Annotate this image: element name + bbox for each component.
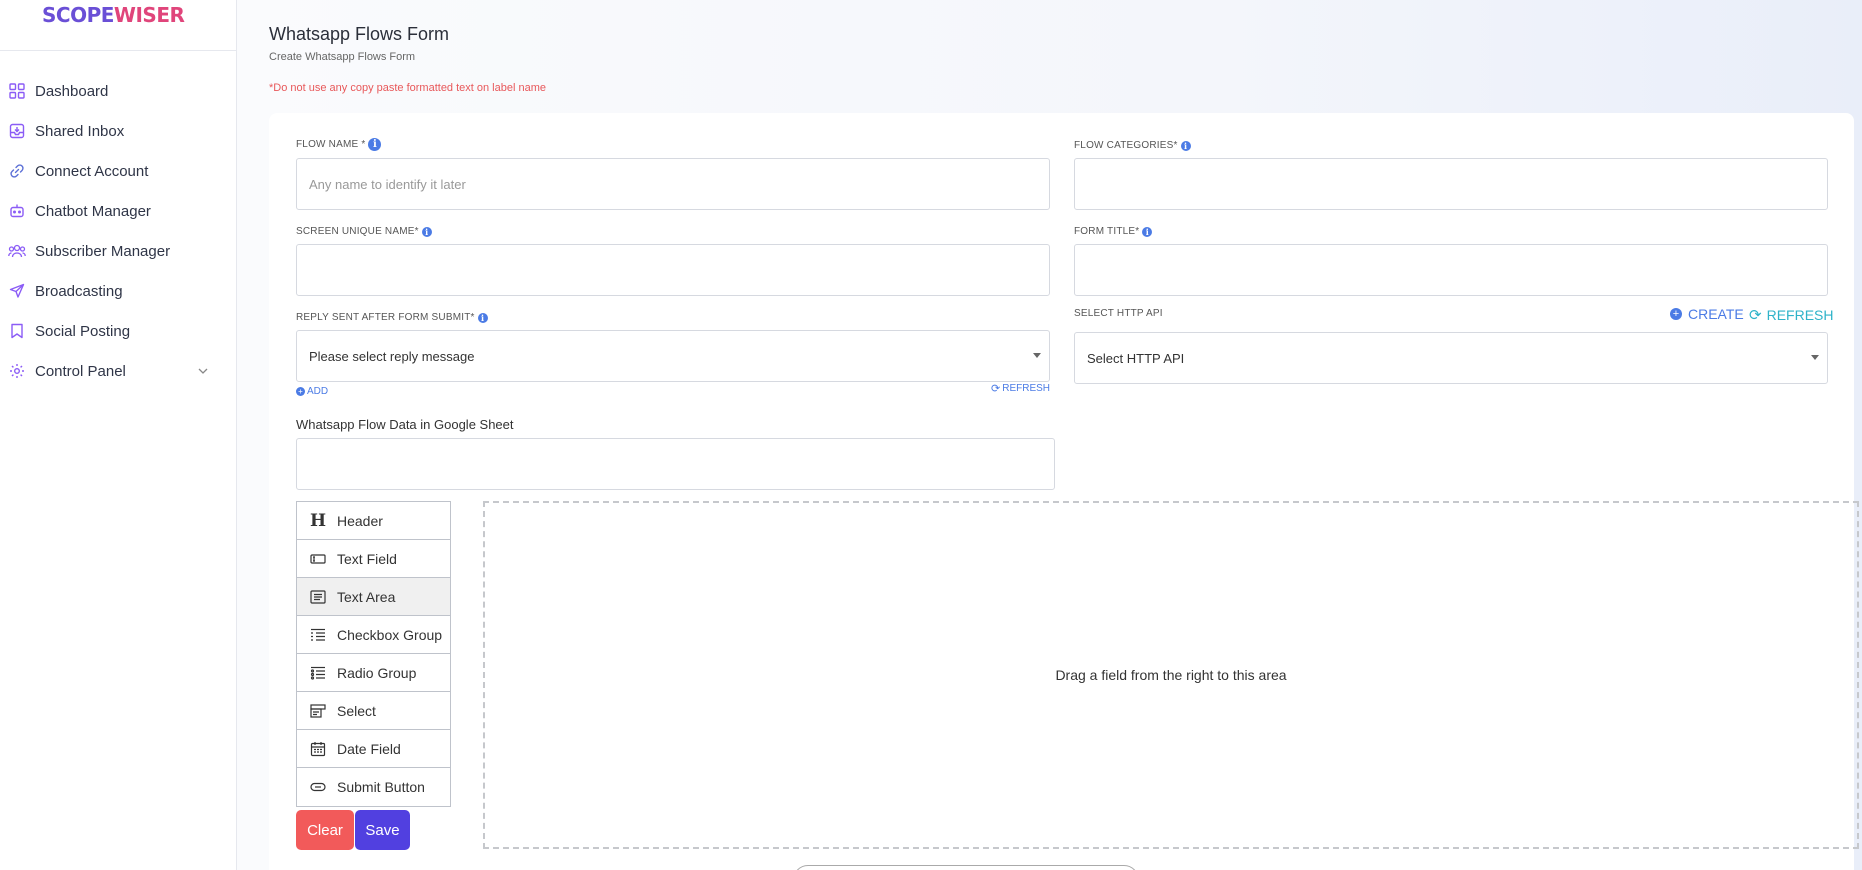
sidebar: SCOPE WISER Dashboard Shared Inbox Connec… bbox=[0, 0, 237, 870]
submit-button-icon bbox=[309, 782, 327, 792]
refresh-reply-link[interactable]: ⟳ REFRESH bbox=[991, 382, 1050, 395]
palette-item-date-field[interactable]: Date Field bbox=[297, 730, 450, 768]
text-area-icon bbox=[309, 589, 327, 604]
logo-part-wiser: WISER bbox=[113, 3, 185, 27]
sidebar-item-connect-account[interactable]: Connect Account bbox=[0, 151, 236, 191]
flow-categories-label: FLOW CATEGORIES* i bbox=[1074, 140, 1191, 151]
sidebar-item-label: Shared Inbox bbox=[35, 122, 125, 140]
palette-item-text-field[interactable]: Text Field bbox=[297, 540, 450, 578]
http-api-select[interactable]: Select HTTP API bbox=[1074, 332, 1828, 384]
sidebar-item-control-panel[interactable]: Control Panel bbox=[0, 351, 236, 391]
bottom-action-pill[interactable] bbox=[793, 865, 1139, 870]
palette-item-header[interactable]: H Header bbox=[297, 502, 450, 540]
palette-item-text-area[interactable]: Text Area bbox=[297, 578, 450, 616]
sidebar-item-shared-inbox[interactable]: Shared Inbox bbox=[0, 111, 236, 151]
sidebar-nav: Dashboard Shared Inbox Connect Account C… bbox=[0, 51, 236, 391]
drop-area-hint: Drag a field from the right to this area bbox=[1055, 667, 1287, 683]
save-button[interactable]: Save bbox=[355, 810, 410, 850]
radio-group-icon bbox=[309, 666, 327, 680]
caret-down-icon bbox=[1033, 353, 1041, 358]
info-icon[interactable]: i bbox=[477, 312, 488, 323]
refresh-http-api-link[interactable]: ⟳ REFRESH bbox=[1749, 306, 1833, 324]
sidebar-item-label: Broadcasting bbox=[35, 282, 123, 300]
grid-icon bbox=[8, 82, 26, 100]
create-http-api-link[interactable]: + CREATE bbox=[1670, 306, 1744, 322]
chevron-down-icon[interactable] bbox=[198, 365, 208, 377]
sidebar-item-label: Subscriber Manager bbox=[35, 242, 171, 260]
http-api-label: SELECT HTTP API bbox=[1074, 308, 1163, 319]
sidebar-item-broadcasting[interactable]: Broadcasting bbox=[0, 271, 236, 311]
flow-name-placeholder: Any name to identify it later bbox=[309, 176, 466, 192]
flow-categories-input[interactable] bbox=[1074, 158, 1828, 210]
field-palette: H Header Text Field Text Area Checkbox G… bbox=[296, 501, 451, 807]
users-icon bbox=[8, 242, 26, 260]
page-title: Whatsapp Flows Form bbox=[269, 24, 450, 44]
select-icon bbox=[309, 703, 327, 718]
gear-icon bbox=[8, 362, 26, 380]
sidebar-item-social-posting[interactable]: Social Posting bbox=[0, 311, 236, 351]
header-icon: H bbox=[309, 510, 327, 531]
sidebar-item-label: Dashboard bbox=[35, 82, 109, 100]
sidebar-item-subscriber-manager[interactable]: Subscriber Manager bbox=[0, 231, 236, 271]
flow-name-input[interactable]: Any name to identify it later bbox=[296, 158, 1050, 210]
logo-part-scope: SCOPE bbox=[42, 3, 114, 27]
form-title-label: FORM TITLE* i bbox=[1074, 226, 1153, 237]
info-icon[interactable]: i bbox=[421, 226, 432, 237]
sidebar-item-label: Chatbot Manager bbox=[35, 202, 151, 220]
inbox-icon bbox=[8, 122, 26, 140]
sidebar-item-label: Control Panel bbox=[35, 362, 126, 380]
google-sheet-input[interactable] bbox=[296, 438, 1055, 490]
info-icon[interactable]: i bbox=[1142, 226, 1153, 237]
google-sheet-label: Whatsapp Flow Data in Google Sheet bbox=[296, 417, 514, 432]
info-icon[interactable]: i bbox=[1180, 140, 1191, 151]
refresh-icon: ⟳ bbox=[1749, 307, 1762, 324]
calendar-icon bbox=[309, 741, 327, 757]
palette-item-radio-group[interactable]: Radio Group bbox=[297, 654, 450, 692]
http-api-value: Select HTTP API bbox=[1087, 350, 1185, 366]
bookmark-icon bbox=[8, 322, 26, 340]
link-icon bbox=[8, 162, 26, 180]
refresh-icon: ⟳ bbox=[991, 383, 1001, 395]
clear-button[interactable]: Clear bbox=[296, 810, 354, 850]
palette-item-select[interactable]: Select bbox=[297, 692, 450, 730]
plus-circle-icon: + bbox=[296, 387, 305, 396]
reply-message-select[interactable]: Please select reply message bbox=[296, 330, 1050, 382]
palette-item-submit-button[interactable]: Submit Button bbox=[297, 768, 450, 806]
sidebar-item-dashboard[interactable]: Dashboard bbox=[0, 71, 236, 111]
logo[interactable]: SCOPE WISER bbox=[0, 0, 236, 51]
reply-message-value: Please select reply message bbox=[309, 348, 475, 364]
main-content: Whatsapp Flows Form Create Whatsapp Flow… bbox=[237, 0, 1862, 870]
sidebar-item-label: Connect Account bbox=[35, 162, 149, 180]
reply-sent-label: REPLY SENT AFTER FORM SUBMIT* i bbox=[296, 312, 488, 323]
plus-circle-icon: + bbox=[1670, 308, 1682, 320]
form-card: FLOW NAME * i Any name to identify it la… bbox=[269, 113, 1859, 870]
text-field-icon bbox=[309, 553, 327, 565]
sidebar-item-label: Social Posting bbox=[35, 322, 131, 340]
robot-icon bbox=[8, 202, 26, 220]
sidebar-item-chatbot-manager[interactable]: Chatbot Manager bbox=[0, 191, 236, 231]
screen-unique-name-input[interactable] bbox=[296, 244, 1050, 296]
info-icon[interactable]: i bbox=[368, 138, 382, 151]
flow-name-label: FLOW NAME * i bbox=[296, 138, 382, 151]
page-warning: *Do not use any copy paste formatted tex… bbox=[269, 82, 546, 94]
screen-unique-name-label: SCREEN UNIQUE NAME* i bbox=[296, 226, 432, 237]
palette-item-checkbox-group[interactable]: Checkbox Group bbox=[297, 616, 450, 654]
checkbox-group-icon bbox=[309, 628, 327, 642]
page-subtitle: Create Whatsapp Flows Form bbox=[269, 51, 416, 63]
form-builder-drop-area[interactable]: Drag a field from the right to this area bbox=[483, 501, 1859, 849]
send-icon bbox=[8, 282, 26, 300]
form-title-input[interactable] bbox=[1074, 244, 1828, 296]
caret-down-icon bbox=[1811, 355, 1819, 360]
add-reply-link[interactable]: + ADD bbox=[296, 386, 328, 397]
